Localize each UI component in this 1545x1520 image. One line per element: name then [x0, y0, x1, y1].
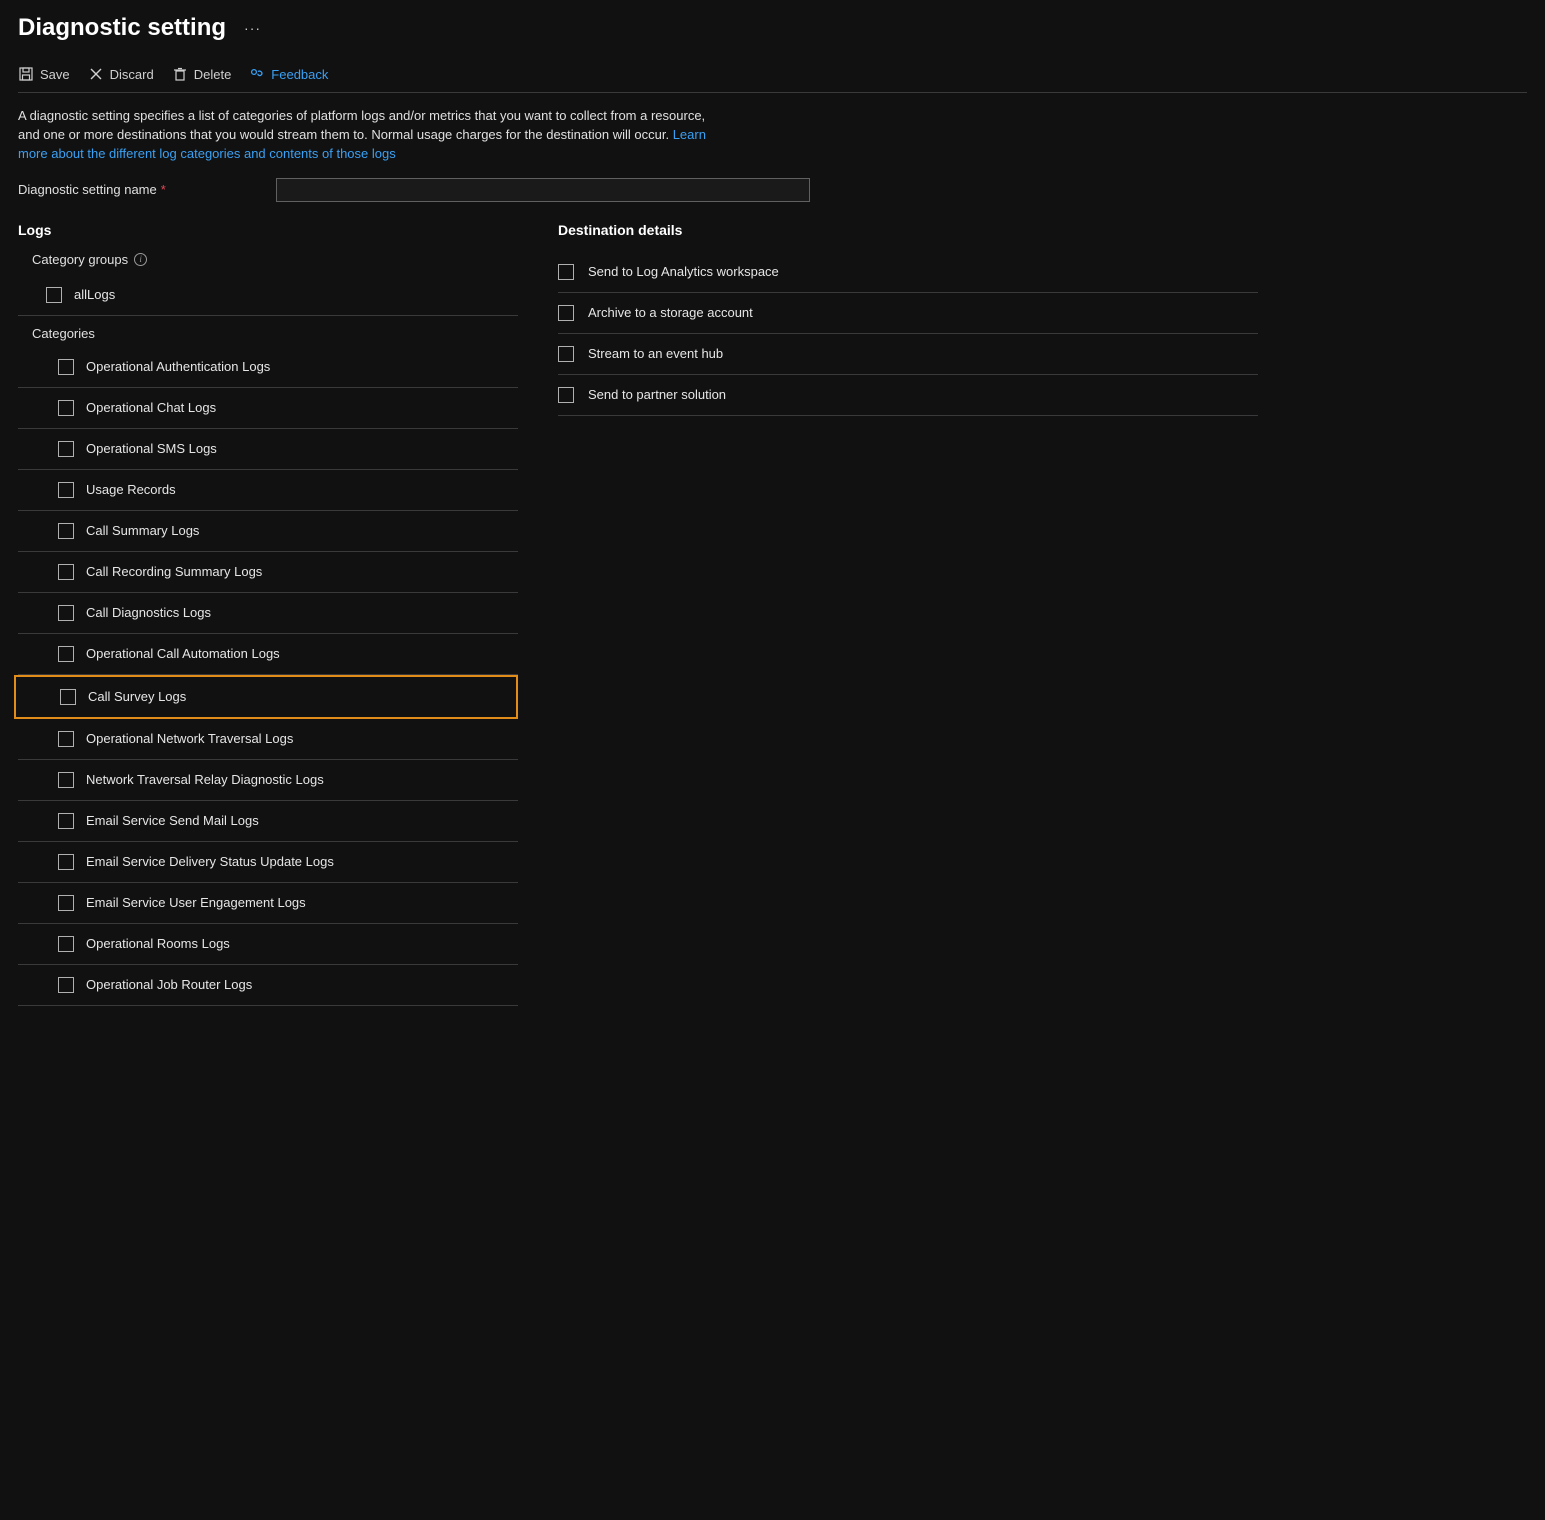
destination-column: Destination details Send to Log Analytic… [558, 222, 1258, 416]
checkbox[interactable] [58, 854, 74, 870]
checkbox[interactable] [58, 359, 74, 375]
checkbox[interactable] [58, 441, 74, 457]
checkbox[interactable] [558, 264, 574, 280]
category-label: Email Service User Engagement Logs [86, 895, 306, 910]
discard-button[interactable]: Discard [88, 66, 154, 82]
category-label: Operational Job Router Logs [86, 977, 252, 992]
save-label: Save [40, 67, 70, 82]
checkbox[interactable] [58, 564, 74, 580]
destination-row: Send to Log Analytics workspace [558, 252, 1258, 293]
checkbox[interactable] [58, 400, 74, 416]
logs-title: Logs [18, 222, 518, 238]
delete-label: Delete [194, 67, 232, 82]
feedback-icon [249, 66, 265, 82]
category-label: Operational Call Automation Logs [86, 646, 280, 661]
destination-list: Send to Log Analytics workspace Archive t… [558, 252, 1258, 416]
checkbox[interactable] [58, 977, 74, 993]
checkbox[interactable] [558, 387, 574, 403]
description-text: A diagnostic setting specifies a list of… [18, 107, 708, 178]
category-label: Call Summary Logs [86, 523, 199, 538]
setting-name-label: Diagnostic setting name * [18, 182, 166, 197]
category-label: Usage Records [86, 482, 176, 497]
destination-label: Send to Log Analytics workspace [588, 264, 779, 279]
checkbox[interactable] [58, 936, 74, 952]
category-row: Operational SMS Logs [18, 429, 518, 470]
close-icon [88, 66, 104, 82]
category-row: Call Recording Summary Logs [18, 552, 518, 593]
destination-row: Archive to a storage account [558, 293, 1258, 334]
category-groups-label: Category groups i [32, 252, 518, 267]
category-group-list: allLogs [18, 275, 518, 316]
category-groups-text: Category groups [32, 252, 128, 267]
category-row: Network Traversal Relay Diagnostic Logs [18, 760, 518, 801]
discard-label: Discard [110, 67, 154, 82]
more-actions-icon[interactable]: ··· [244, 20, 261, 36]
logs-column: Logs Category groups i allLogs Categorie… [18, 222, 518, 1006]
save-button[interactable]: Save [18, 66, 70, 82]
category-row: Email Service Delivery Status Update Log… [18, 842, 518, 883]
destination-row: Stream to an event hub [558, 334, 1258, 375]
category-row: Usage Records [18, 470, 518, 511]
category-label: Email Service Delivery Status Update Log… [86, 854, 334, 869]
feedback-label: Feedback [271, 67, 328, 82]
header: Diagnostic setting ··· [18, 10, 1527, 52]
category-row: Operational Job Router Logs [18, 965, 518, 1006]
category-row: Operational Rooms Logs [18, 924, 518, 965]
checkbox[interactable] [58, 523, 74, 539]
category-row: Call Summary Logs [18, 511, 518, 552]
checkbox[interactable] [558, 346, 574, 362]
checkbox[interactable] [58, 605, 74, 621]
save-icon [18, 66, 34, 82]
checkbox[interactable] [58, 482, 74, 498]
category-label: Operational Chat Logs [86, 400, 216, 415]
category-label: Email Service Send Mail Logs [86, 813, 259, 828]
category-row: Call Diagnostics Logs [18, 593, 518, 634]
category-group-label: allLogs [74, 287, 115, 302]
description-body: A diagnostic setting specifies a list of… [18, 108, 705, 142]
category-row: Email Service Send Mail Logs [18, 801, 518, 842]
category-row: Email Service User Engagement Logs [18, 883, 518, 924]
category-label: Call Survey Logs [88, 689, 186, 704]
destination-title: Destination details [558, 222, 1258, 238]
checkbox[interactable] [58, 731, 74, 747]
info-icon[interactable]: i [134, 253, 147, 266]
category-label: Operational Network Traversal Logs [86, 731, 293, 746]
category-row: Operational Chat Logs [18, 388, 518, 429]
destination-row: Send to partner solution [558, 375, 1258, 416]
required-asterisk: * [161, 182, 166, 197]
category-label: Call Diagnostics Logs [86, 605, 211, 620]
category-label: Operational Authentication Logs [86, 359, 270, 374]
checkbox[interactable] [58, 895, 74, 911]
trash-icon [172, 66, 188, 82]
destination-label: Send to partner solution [588, 387, 726, 402]
checkbox[interactable] [46, 287, 62, 303]
category-label: Network Traversal Relay Diagnostic Logs [86, 772, 324, 787]
checkbox[interactable] [58, 813, 74, 829]
content-columns: Logs Category groups i allLogs Categorie… [18, 222, 1527, 1006]
category-label: Call Recording Summary Logs [86, 564, 262, 579]
category-list: Operational Authentication Logs Operation… [18, 347, 518, 1006]
destination-label: Archive to a storage account [588, 305, 753, 320]
category-label: Operational SMS Logs [86, 441, 217, 456]
checkbox[interactable] [58, 646, 74, 662]
toolbar: Save Discard Delete Feedback [18, 52, 1527, 93]
delete-button[interactable]: Delete [172, 66, 232, 82]
setting-name-input[interactable] [276, 178, 810, 202]
category-row: Operational Call Automation Logs [18, 634, 518, 675]
category-row: Operational Authentication Logs [18, 347, 518, 388]
setting-name-label-text: Diagnostic setting name [18, 182, 157, 197]
feedback-button[interactable]: Feedback [249, 66, 328, 82]
checkbox[interactable] [558, 305, 574, 321]
category-group-row: allLogs [18, 275, 518, 316]
category-row: Operational Network Traversal Logs [18, 719, 518, 760]
setting-name-row: Diagnostic setting name * [18, 178, 1527, 202]
checkbox[interactable] [58, 772, 74, 788]
destination-label: Stream to an event hub [588, 346, 723, 361]
category-label: Operational Rooms Logs [86, 936, 230, 951]
category-row: Call Survey Logs [14, 675, 518, 719]
page-title: Diagnostic setting [18, 14, 226, 42]
checkbox[interactable] [60, 689, 76, 705]
categories-label: Categories [32, 326, 518, 341]
